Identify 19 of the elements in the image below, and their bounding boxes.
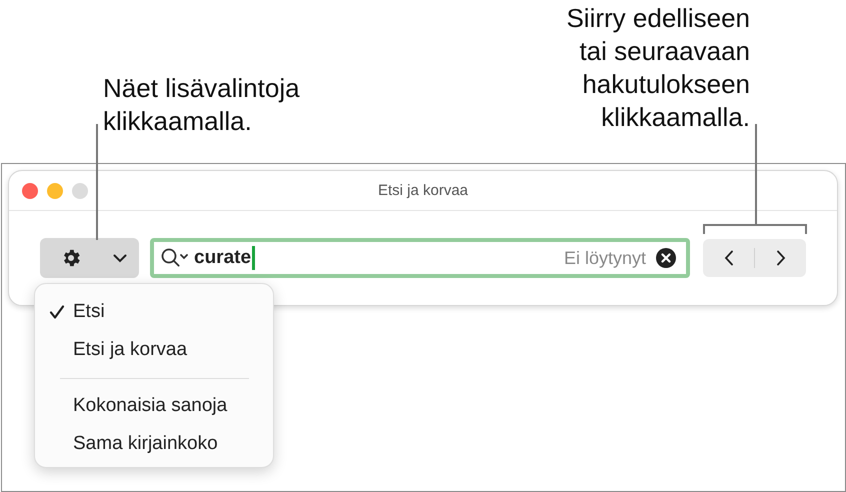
chevron-left-icon <box>724 250 734 266</box>
status-text: Ei löytynyt <box>564 248 646 268</box>
options-button[interactable] <box>40 238 139 278</box>
search-field[interactable]: curate Ei löytynyt <box>150 238 690 278</box>
clear-icon[interactable] <box>656 248 676 268</box>
search-icon <box>160 247 190 269</box>
menu-item[interactable]: Kokonaisia sanoja <box>35 387 273 425</box>
callout-text: Siirry edelliseen tai seuraavaan hakutulokseen klikkaamalla. <box>566 2 750 134</box>
zoom-button[interactable] <box>72 182 88 198</box>
close-button[interactable] <box>22 182 38 198</box>
chevron-right-icon <box>776 250 786 266</box>
menu-item[interactable]: Etsi <box>35 293 273 331</box>
minimize-button[interactable] <box>47 182 63 198</box>
callout-text: Näet lisävalintoja klikkaamalla. <box>103 72 300 138</box>
window-title: Etsi ja korvaa <box>378 182 468 199</box>
menu-item[interactable]: Sama kirjainkoko <box>35 425 273 463</box>
menu-item[interactable]: Etsi ja korvaa <box>35 331 273 369</box>
chevron-down-icon <box>113 254 127 262</box>
search-text: curate <box>194 247 252 269</box>
